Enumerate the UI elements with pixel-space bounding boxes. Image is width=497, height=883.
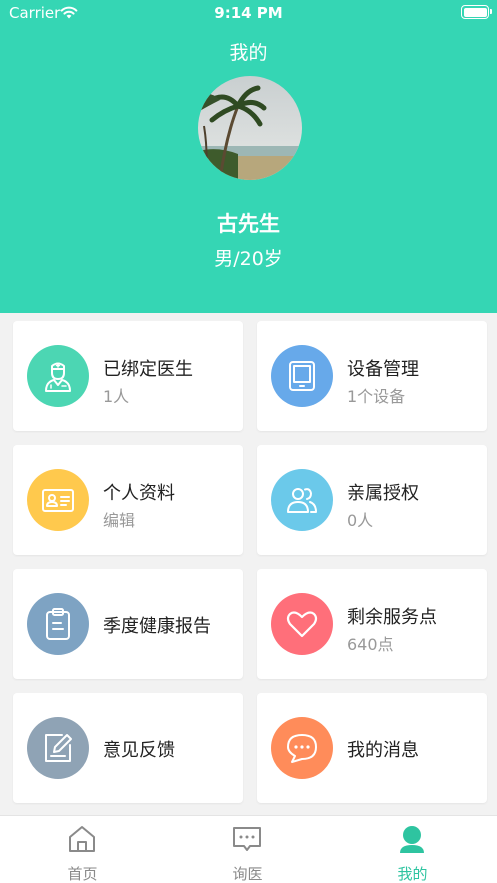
profile-header: Carrier 9:14 PM 我的 古先生 男/20岁 (0, 0, 497, 313)
quarterly-health-report-card[interactable]: 季度健康报告 (13, 569, 243, 679)
doctor-icon (27, 345, 89, 407)
people-icon (271, 469, 333, 531)
device-count: 1个设备 (347, 387, 406, 406)
tab-consult-label: 询医 (232, 865, 263, 883)
tab-home-label: 首页 (67, 865, 98, 883)
family-authorization-count: 0人 (347, 511, 374, 530)
home-icon (69, 826, 95, 852)
family-authorization-label: 亲属授权 (347, 483, 419, 504)
bound-doctor-count: 1人 (103, 387, 130, 406)
my-messages-label: 我的消息 (347, 740, 419, 761)
device-management-label: 设备管理 (347, 359, 419, 380)
quarterly-health-report-label: 季度健康报告 (103, 616, 211, 637)
remaining-service-points-value: 640点 (347, 635, 394, 654)
avatar[interactable] (198, 76, 302, 180)
status-bar: Carrier 9:14 PM (0, 0, 497, 26)
edit-icon (27, 717, 89, 779)
tab-mine-label: 我的 (397, 865, 428, 883)
tab-consult[interactable]: 询医 (165, 816, 330, 883)
tab-mine[interactable]: 我的 (330, 816, 495, 883)
profile-icon (400, 826, 424, 853)
remaining-service-points-card[interactable]: 剩余服务点 640点 (257, 569, 487, 679)
my-messages-card[interactable]: 我的消息 (257, 693, 487, 803)
device-management-card[interactable]: 设备管理 1个设备 (257, 321, 487, 431)
bound-doctor-label: 已绑定医生 (103, 359, 193, 380)
heart-icon (271, 593, 333, 655)
family-authorization-card[interactable]: 亲属授权 0人 (257, 445, 487, 555)
tab-home[interactable]: 首页 (0, 816, 165, 883)
user-gender-age: 男/20岁 (214, 248, 283, 270)
bound-doctor-card[interactable]: 已绑定医生 1人 (13, 321, 243, 431)
avatar-photo (198, 76, 302, 180)
tablet-icon (271, 345, 333, 407)
user-name: 古先生 (217, 212, 280, 236)
personal-profile-label: 个人资料 (103, 483, 175, 504)
personal-profile-edit: 编辑 (103, 511, 136, 530)
feedback-card[interactable]: 意见反馈 (13, 693, 243, 803)
id-card-icon (27, 469, 89, 531)
tab-bar: 首页 询医 我的 (0, 815, 497, 883)
clipboard-icon (27, 593, 89, 655)
remaining-service-points-label: 剩余服务点 (347, 607, 437, 628)
chat-icon (271, 717, 333, 779)
page-title: 我的 (229, 42, 268, 64)
status-time: 9:14 PM (214, 4, 283, 22)
feedback-label: 意见反馈 (103, 740, 175, 761)
battery-icon (461, 5, 492, 19)
message-icon (233, 827, 261, 851)
personal-profile-card[interactable]: 个人资料 编辑 (13, 445, 243, 555)
